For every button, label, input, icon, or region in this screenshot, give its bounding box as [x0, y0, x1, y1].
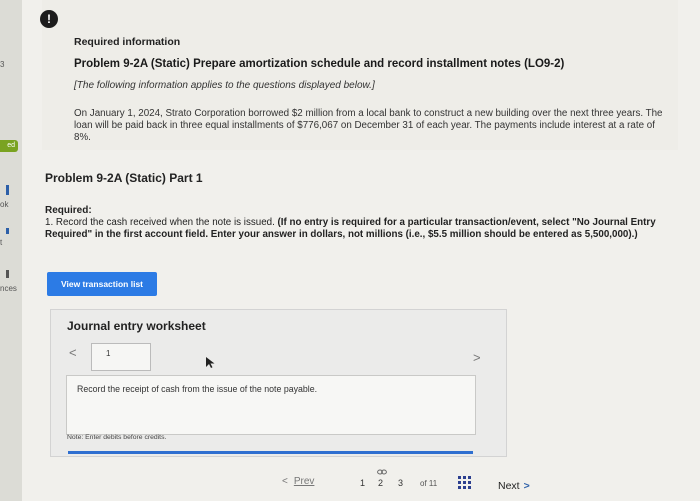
grid-icon[interactable]	[458, 476, 471, 489]
prev-button[interactable]: < Prev	[282, 476, 314, 487]
transaction-description: Record the receipt of cash from the issu…	[77, 384, 318, 394]
rail-marker	[6, 228, 9, 234]
chevron-right-icon: >	[523, 480, 530, 492]
worksheet-page-number: 1	[106, 349, 111, 358]
mouse-cursor-icon	[206, 357, 215, 368]
transaction-description-box: Record the receipt of cash from the issu…	[66, 375, 476, 435]
page-number-3[interactable]: 3	[398, 478, 403, 488]
worksheet-title: Journal entry worksheet	[67, 319, 206, 333]
worksheet-note: Note: Enter debits before credits.	[67, 434, 167, 441]
prev-label: Prev	[293, 476, 315, 487]
chevron-left-icon[interactable]: <	[69, 345, 77, 360]
rail-fragment: ok	[0, 200, 9, 209]
required-instructions: 1. Record the cash received when the not…	[45, 217, 685, 240]
part-title: Problem 9-2A (Static) Part 1	[45, 171, 203, 185]
rail-fragment: 3	[0, 60, 5, 69]
problem-title: Problem 9-2A (Static) Prepare amortizati…	[74, 58, 565, 70]
journal-entry-worksheet: Journal entry worksheet < 1 > Record the…	[50, 309, 507, 457]
alert-icon: !	[40, 10, 58, 28]
chevron-right-icon[interactable]: >	[473, 350, 481, 365]
page-count: of 11	[420, 479, 438, 488]
worksheet-divider	[68, 451, 473, 454]
worksheet-page-tab[interactable]: 1	[91, 343, 151, 371]
required-plain-text: 1. Record the cash received when the not…	[45, 217, 278, 228]
next-button[interactable]: Next >	[498, 480, 530, 492]
page-number-2[interactable]: 2	[378, 478, 383, 488]
rail-status-badge: ed	[0, 140, 18, 152]
page-number-1[interactable]: 1	[360, 478, 365, 488]
chevron-left-icon: <	[282, 476, 288, 487]
required-information-heading: Required information	[74, 36, 181, 48]
rail-marker	[6, 185, 9, 195]
left-navigation-rail: 3 ed ok t nces	[0, 0, 22, 501]
view-transaction-list-button[interactable]: View transaction list	[47, 272, 157, 296]
next-label: Next	[498, 480, 520, 492]
applies-note: [The following information applies to th…	[74, 80, 375, 91]
link-icon	[377, 469, 387, 475]
required-label: Required:	[45, 205, 92, 216]
rail-fragment: nces	[0, 284, 17, 293]
scenario-text: On January 1, 2024, Strato Corporation b…	[74, 108, 663, 143]
rail-fragment: t	[0, 238, 3, 247]
rail-marker	[6, 270, 9, 278]
